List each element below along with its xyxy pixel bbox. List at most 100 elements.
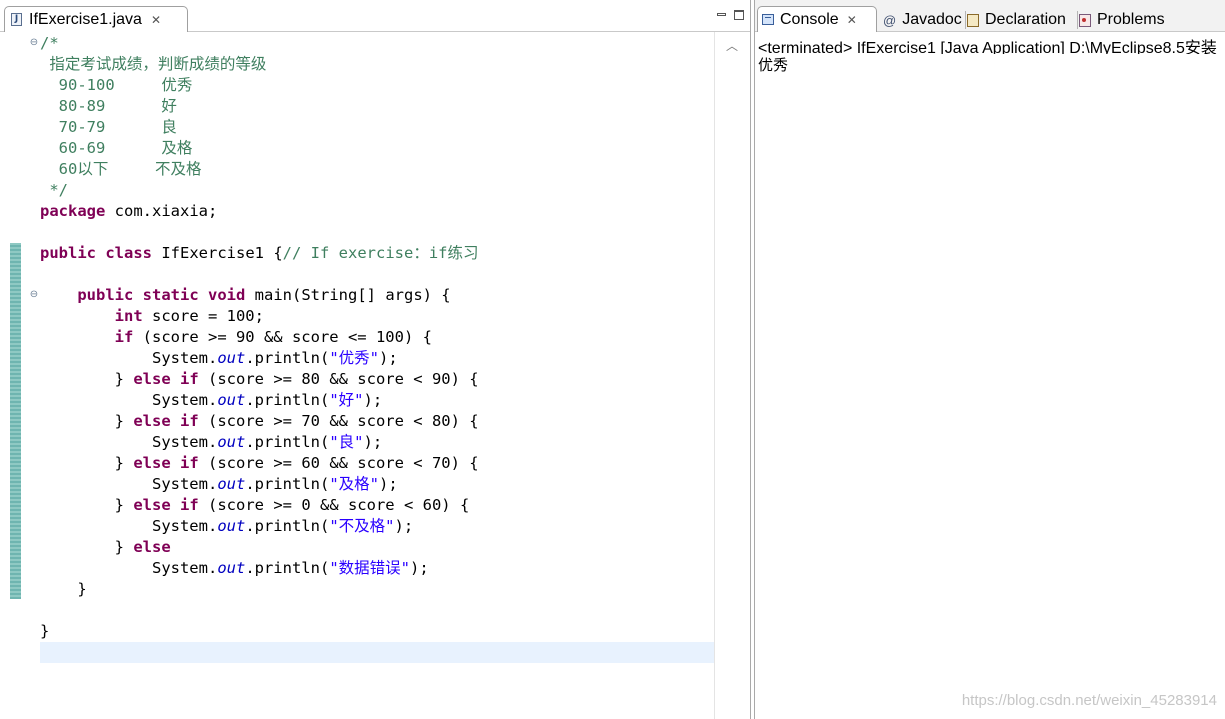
code-token: else (133, 496, 171, 514)
code-line: */ (40, 180, 479, 201)
code-line: 指定考试成绩，判断成绩的等级 (40, 54, 479, 75)
code-token: .println( (245, 475, 330, 493)
code-token: "及格" (329, 475, 379, 493)
console-process-header: <terminated> IfExercise1 [Java Applicati… (758, 40, 1217, 54)
minimize-button[interactable] (717, 13, 726, 16)
code-token: } (40, 412, 134, 430)
code-line: 90-100 优秀 (40, 75, 479, 96)
editor-tab-ifexercise1[interactable]: J IfExercise1.java ✕ (4, 6, 188, 32)
code-token: "好" (329, 391, 364, 409)
code-line: } (40, 621, 479, 642)
code-token: 60-69 及格 (40, 139, 193, 157)
code-token: main(String[] args) { (245, 286, 451, 304)
code-token: System. (40, 517, 218, 535)
code-token: // If exercise：if练习 (282, 244, 479, 262)
code-token: .println( (245, 517, 330, 535)
tab-problems[interactable]: Problems (1079, 8, 1169, 32)
code-editor[interactable]: /* 指定考试成绩，判断成绩的等级 90-100 优秀 80-89 好 70-7… (40, 32, 714, 719)
declaration-icon (967, 13, 979, 27)
tab-javadoc[interactable]: @ Javadoc (883, 8, 966, 32)
tab-console-label: Console (780, 10, 839, 28)
close-icon[interactable]: ✕ (151, 13, 161, 27)
code-token: */ (40, 181, 68, 199)
code-token: "优秀" (329, 349, 379, 367)
code-token: (score >= 90 && score <= 100) { (133, 328, 432, 346)
code-token: static (142, 286, 199, 304)
code-token: com.xiaxia; (105, 202, 218, 220)
code-token: else (133, 538, 171, 556)
close-icon[interactable]: ✕ (847, 13, 857, 27)
console-tab-bar: Console ✕ @ Javadoc Declaration Problems (755, 0, 1225, 32)
code-line: System.out.println("优秀"); (40, 348, 479, 369)
tab-separator (1077, 11, 1078, 29)
code-line: /* (40, 33, 479, 54)
code-token: if (180, 370, 199, 388)
code-token: .println( (245, 349, 330, 367)
code-text: /* 指定考试成绩，判断成绩的等级 90-100 优秀 80-89 好 70-7… (40, 33, 479, 663)
fold-collapse-icon[interactable]: ⊖ (29, 290, 39, 300)
code-token: ); (363, 391, 383, 409)
code-line: 70-79 良 (40, 117, 479, 138)
code-token: out (217, 391, 246, 409)
code-token: System. (40, 349, 218, 367)
code-line: public static void main(String[] args) { (40, 285, 479, 306)
code-token: ); (378, 349, 398, 367)
code-token: if (180, 454, 199, 472)
code-token: package (40, 202, 106, 220)
code-token: System. (40, 475, 218, 493)
tab-problems-label: Problems (1097, 11, 1165, 28)
code-line: } else if (score >= 70 && score < 80) { (40, 411, 479, 432)
code-line: System.out.println("数据错误"); (40, 558, 479, 579)
code-token: (score >= 60 && score < 70) { (198, 454, 479, 472)
code-line: } else (40, 537, 479, 558)
code-line: 80-89 好 (40, 96, 479, 117)
code-token: else (133, 370, 171, 388)
code-token: ); (363, 433, 383, 451)
code-token: } (40, 496, 134, 514)
vertical-scrollbar[interactable]: ︿ (714, 32, 750, 719)
code-line: } (40, 579, 479, 600)
code-token: else (133, 412, 171, 430)
code-token: else (133, 454, 171, 472)
console-output[interactable]: 优秀 (758, 54, 788, 75)
code-token: IfExercise1 { (152, 244, 283, 262)
code-token: 90-100 优秀 (40, 76, 193, 94)
maximize-button[interactable] (734, 10, 744, 20)
code-token: score = 100; (142, 307, 264, 325)
tab-console[interactable]: Console ✕ (757, 6, 877, 32)
fold-collapse-icon[interactable]: ⊖ (29, 38, 39, 48)
editor-tab-label: IfExercise1.java (29, 10, 142, 28)
console-pane: Console ✕ @ Javadoc Declaration Problems… (754, 0, 1225, 719)
code-token: out (217, 433, 246, 451)
problems-icon (1079, 13, 1091, 27)
code-line: int score = 100; (40, 306, 479, 327)
code-token: out (217, 475, 246, 493)
javadoc-at-icon: @ (883, 12, 897, 28)
code-token: public (40, 244, 96, 262)
code-token: out (217, 517, 246, 535)
code-line: System.out.println("好"); (40, 390, 479, 411)
code-token: 60以下 不及格 (40, 160, 202, 178)
code-token: } (40, 454, 134, 472)
code-line: System.out.println("不及格"); (40, 516, 479, 537)
code-token: } (40, 580, 87, 598)
code-token: public (77, 286, 134, 304)
scroll-up-chevron-icon[interactable]: ︿ (726, 37, 738, 54)
tab-declaration[interactable]: Declaration (967, 8, 1078, 32)
code-token: (score >= 70 && score < 80) { (198, 412, 479, 430)
code-line: } else if (score >= 0 && score < 60) { (40, 495, 479, 516)
code-token: out (217, 349, 246, 367)
code-token: int (114, 307, 143, 325)
code-token: System. (40, 559, 218, 577)
code-token: "良" (329, 433, 364, 451)
